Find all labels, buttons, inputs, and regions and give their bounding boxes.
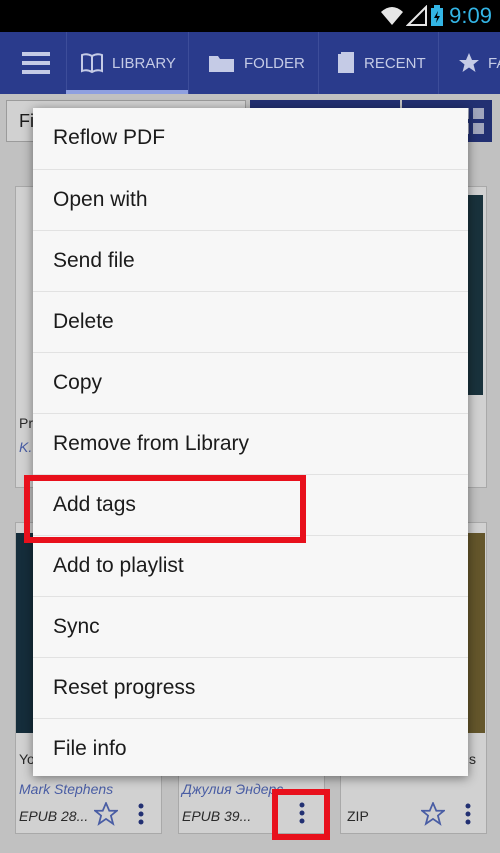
menu-item-add-to-playlist[interactable]: Add to playlist (33, 535, 468, 596)
tab-folder-label: FOLDER (244, 54, 305, 72)
book-icon (81, 53, 103, 74)
menu-item-label: Send file (53, 249, 135, 272)
tab-folder[interactable]: FOLDER (208, 32, 305, 94)
highlight-add-tags (24, 475, 306, 543)
menu-item-label: Sync (53, 615, 100, 638)
folder-icon (209, 56, 234, 72)
menu-item-copy[interactable]: Copy (33, 352, 468, 413)
menu-item-file-info[interactable]: File info (33, 718, 468, 779)
menu-item-label: Reflow PDF (53, 126, 166, 149)
clock: 9:09 (449, 3, 492, 28)
tab-recent-label: RECENT (364, 54, 426, 72)
menu-item-label: Copy (53, 371, 103, 394)
context-menu: Reflow PDF Open with Send file Delete Co… (33, 108, 468, 776)
star-icon (459, 53, 479, 72)
menu-item-label: Reset progress (53, 676, 196, 699)
hamburger-menu-button[interactable] (22, 52, 50, 74)
menu-item-label: Delete (53, 310, 114, 333)
menu-item-sync[interactable]: Sync (33, 596, 468, 657)
menu-item-label: Remove from Library (53, 432, 250, 455)
signal-icon (406, 5, 427, 26)
menu-item-reflow-pdf[interactable]: Reflow PDF (33, 108, 468, 168)
hamburger-icon (22, 52, 50, 74)
menu-item-delete[interactable]: Delete (33, 291, 468, 352)
app-bar: LIBRARY FOLDER RECENT FA (0, 32, 500, 94)
recent-icon (338, 52, 354, 73)
status-bar: 9:09 (0, 0, 500, 32)
menu-item-reset-progress[interactable]: Reset progress (33, 657, 468, 718)
tab-library[interactable]: LIBRARY (80, 32, 176, 94)
menu-item-remove-from-library[interactable]: Remove from Library (33, 413, 468, 474)
menu-item-label: Add to playlist (53, 554, 184, 577)
tab-favorites-label: FA (488, 54, 500, 72)
menu-item-label: File info (53, 737, 127, 760)
menu-item-label: Open with (53, 188, 148, 211)
wifi-icon (381, 7, 403, 25)
tab-favorites[interactable]: FA (458, 32, 500, 94)
battery-charging-icon (431, 5, 443, 26)
tab-recent[interactable]: RECENT (336, 32, 426, 94)
menu-item-open-with[interactable]: Open with (33, 169, 468, 230)
highlight-overflow-button (272, 789, 330, 840)
tab-library-label: LIBRARY (112, 54, 176, 72)
menu-item-send-file[interactable]: Send file (33, 230, 468, 291)
